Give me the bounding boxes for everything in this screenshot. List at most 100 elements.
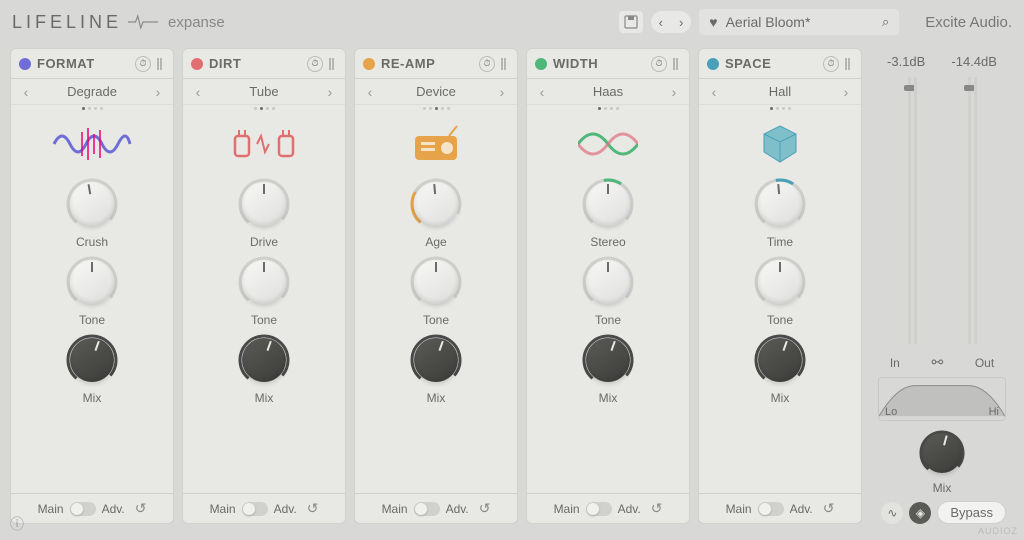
save-icon[interactable] [619, 11, 643, 33]
main-adv-toggle[interactable] [414, 502, 440, 516]
sub-next[interactable]: › [839, 84, 853, 100]
sub-prev[interactable]: ‹ [191, 84, 205, 100]
preset-next-button[interactable]: › [671, 15, 691, 30]
preset-name: Aerial Bloom* [726, 14, 874, 30]
link-icon[interactable]: ⚯ [931, 354, 943, 371]
knob-tone[interactable] [753, 255, 807, 309]
clock-icon[interactable]: ⏱ [479, 56, 495, 72]
preset-selector[interactable]: ♥ Aerial Bloom* ⌕ [699, 9, 899, 35]
main-adv-toggle[interactable] [586, 502, 612, 516]
module-space: SPACE ⏱ ‹ Hall › Time [698, 48, 862, 524]
sub-label[interactable]: Hall [769, 84, 791, 99]
knob-label: Drive [250, 235, 278, 249]
module-reamp: RE-AMP ⏱ ‹ Device › [354, 48, 518, 524]
adv-label: Adv. [274, 502, 297, 516]
module-title: RE-AMP [381, 56, 473, 71]
knob-mix[interactable] [237, 333, 291, 387]
knob-mix[interactable] [581, 333, 635, 387]
adv-label: Adv. [618, 502, 641, 516]
knob-mix[interactable] [65, 333, 119, 387]
knob-drive[interactable] [237, 177, 291, 231]
search-icon[interactable]: ⌕ [882, 14, 889, 30]
favorite-icon[interactable]: ♥ [709, 14, 717, 30]
algo-icon-wave [11, 115, 173, 173]
adv-label: Adv. [446, 502, 469, 516]
module-title: WIDTH [553, 56, 645, 71]
output-mix-knob[interactable] [918, 429, 966, 477]
knob-age[interactable] [409, 177, 463, 231]
knob-label: Mix [771, 391, 790, 405]
knob-label: Tone [423, 313, 449, 327]
reset-icon[interactable]: ↺ [823, 500, 835, 517]
meter-icon [845, 58, 853, 70]
knob-mix[interactable] [409, 333, 463, 387]
reset-icon[interactable]: ↺ [651, 500, 663, 517]
main-label: Main [726, 502, 752, 516]
clock-icon[interactable]: ⏱ [823, 56, 839, 72]
main-adv-toggle[interactable] [758, 502, 784, 516]
sub-prev[interactable]: ‹ [19, 84, 33, 100]
in-label: In [890, 356, 900, 370]
knob-stereo[interactable] [581, 177, 635, 231]
preset-prev-button[interactable]: ‹ [651, 15, 671, 30]
clock-icon[interactable]: ⏱ [307, 56, 323, 72]
knob-mix[interactable] [753, 333, 807, 387]
knob-label: Mix [599, 391, 618, 405]
module-dirt: DIRT ⏱ ‹ Tube › Driv [182, 48, 346, 524]
module-format: FORMAT ⏱ ‹ Degrade › Crush [10, 48, 174, 524]
sub-next[interactable]: › [495, 84, 509, 100]
enable-dot-format[interactable] [19, 58, 31, 70]
main-adv-toggle[interactable] [70, 502, 96, 516]
sub-label[interactable]: Degrade [67, 84, 117, 99]
enable-dot-space[interactable] [707, 58, 719, 70]
module-title: FORMAT [37, 56, 129, 71]
shield-icon[interactable]: ◈ [909, 502, 931, 524]
page-dots [355, 105, 517, 115]
meter-icon [673, 58, 681, 70]
knob-tone[interactable] [65, 255, 119, 309]
clock-icon[interactable]: ⏱ [135, 56, 151, 72]
knob-tone[interactable] [581, 255, 635, 309]
knob-crush[interactable] [65, 177, 119, 231]
meter-icon [501, 58, 509, 70]
module-width: WIDTH ⏱ ‹ Haas › Stereo [526, 48, 690, 524]
enable-dot-width[interactable] [535, 58, 547, 70]
main-label: Main [554, 502, 580, 516]
algo-icon-radio [355, 115, 517, 173]
main-adv-toggle[interactable] [242, 502, 268, 516]
knob-time[interactable] [753, 177, 807, 231]
page-dots [527, 105, 689, 115]
main-label: Main [210, 502, 236, 516]
knob-label: Mix [427, 391, 446, 405]
sub-prev[interactable]: ‹ [535, 84, 549, 100]
output-meter[interactable] [968, 77, 977, 344]
reset-icon[interactable]: ↺ [479, 500, 491, 517]
sub-label[interactable]: Haas [593, 84, 623, 99]
input-meter[interactable] [908, 77, 917, 344]
sub-next[interactable]: › [151, 84, 165, 100]
sub-label[interactable]: Device [416, 84, 456, 99]
logo-expanse-text: expanse [168, 14, 225, 31]
eq-filter-display[interactable]: Lo Hi [878, 377, 1006, 421]
enable-dot-dirt[interactable] [191, 58, 203, 70]
enable-dot-reamp[interactable] [363, 58, 375, 70]
reset-icon[interactable]: ↺ [307, 500, 319, 517]
info-icon[interactable]: ⓘ [10, 514, 24, 534]
knob-tone[interactable] [237, 255, 291, 309]
algo-icon-tube [183, 115, 345, 173]
sub-next[interactable]: › [323, 84, 337, 100]
knob-label: Tone [79, 313, 105, 327]
knob-label: Tone [767, 313, 793, 327]
knob-tone[interactable] [409, 255, 463, 309]
sub-label[interactable]: Tube [249, 84, 278, 99]
sub-prev[interactable]: ‹ [707, 84, 721, 100]
page-dots [11, 105, 173, 115]
sub-prev[interactable]: ‹ [363, 84, 377, 100]
ab-compare-icon[interactable]: ∿ [881, 502, 903, 524]
bypass-button[interactable]: Bypass [937, 501, 1006, 524]
sub-next[interactable]: › [667, 84, 681, 100]
page-dots [183, 105, 345, 115]
clock-icon[interactable]: ⏱ [651, 56, 667, 72]
knob-label: Crush [76, 235, 108, 249]
reset-icon[interactable]: ↺ [135, 500, 147, 517]
